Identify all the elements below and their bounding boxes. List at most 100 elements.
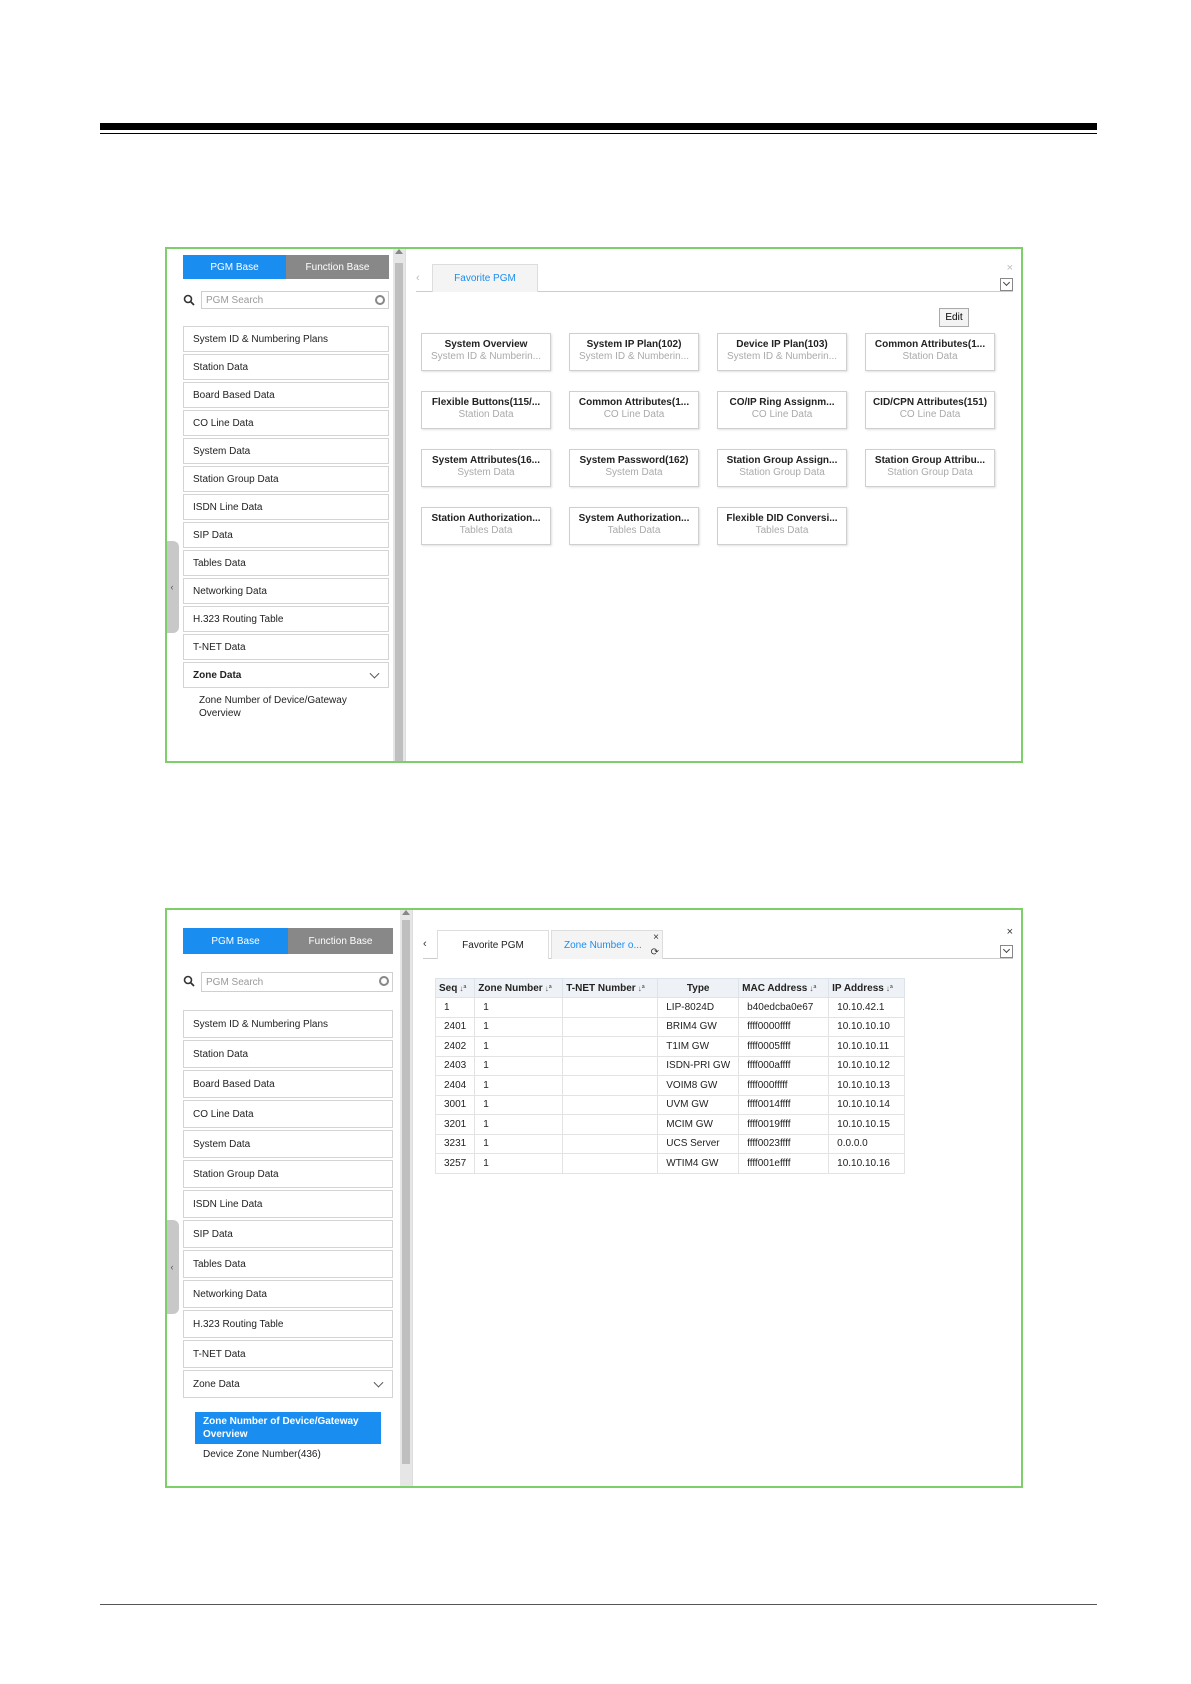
menu-item-co-line-data[interactable]: CO Line Data: [183, 410, 389, 436]
menu-item-station-group-data[interactable]: Station Group Data: [183, 1160, 393, 1188]
pgm-search-input[interactable]: [201, 291, 389, 309]
fav-card[interactable]: Station Group Attribu... Station Group Da…: [865, 449, 995, 487]
cell-seq: 2403: [434, 1055, 476, 1076]
tab-function-base[interactable]: Function Base: [286, 255, 389, 279]
scroll-thumb[interactable]: [402, 920, 410, 1464]
menu-item-system-id[interactable]: System ID & Numbering Plans: [183, 326, 389, 352]
fav-card[interactable]: Flexible Buttons(115/... Station Data: [421, 391, 551, 429]
col-zone-number[interactable]: Zone Number ↓ª: [474, 978, 564, 998]
close-all-icon[interactable]: ×: [1007, 926, 1013, 938]
cell-ip: 10.10.42.1: [828, 997, 906, 1018]
clear-search-icon[interactable]: [379, 976, 389, 986]
sort-icon[interactable]: ↓ª: [638, 984, 645, 993]
menu-item-networking-data[interactable]: Networking Data: [183, 1280, 393, 1308]
menu-item-zone-data[interactable]: Zone Data: [183, 662, 389, 688]
tab-pgm-base[interactable]: PGM Base: [183, 928, 288, 954]
menu-item-system-data[interactable]: System Data: [183, 1130, 393, 1158]
col-mac-address[interactable]: MAC Address ↓ª: [738, 978, 830, 998]
cell-type: BRIM4 GW: [657, 1016, 740, 1037]
menu-item-board-based-data[interactable]: Board Based Data: [183, 382, 389, 408]
table-row[interactable]: 2402 1 T1IM GW ffff0005ffff 10.10.10.11: [434, 1036, 906, 1057]
tab-prev-icon[interactable]: ‹: [416, 272, 420, 284]
close-icon[interactable]: ×: [1007, 262, 1013, 274]
fav-card[interactable]: Common Attributes(1... CO Line Data: [569, 391, 699, 429]
clear-search-icon[interactable]: [375, 295, 385, 305]
table-row[interactable]: 3201 1 MCIM GW ffff0019ffff 10.10.10.15: [434, 1114, 906, 1135]
scroll-thumb[interactable]: [395, 263, 403, 761]
col-type[interactable]: Type: [657, 978, 740, 998]
menu-item-station-group-data[interactable]: Station Group Data: [183, 466, 389, 492]
fav-card-subtitle: Tables Data: [459, 525, 513, 536]
tab-dropdown-icon[interactable]: [1000, 945, 1013, 958]
menu-item-station-data[interactable]: Station Data: [183, 354, 389, 380]
fav-card[interactable]: System Overview System ID & Numberin...: [421, 333, 551, 371]
menu-item-co-line-data[interactable]: CO Line Data: [183, 1100, 393, 1128]
fav-card[interactable]: System IP Plan(102) System ID & Numberin.…: [569, 333, 699, 371]
menu-item-station-data[interactable]: Station Data: [183, 1040, 393, 1068]
fav-card[interactable]: Station Authorization... Tables Data: [421, 507, 551, 545]
table-row[interactable]: 1 1 LIP-8024D b40edcba0e67 10.10.42.1: [434, 997, 906, 1018]
collapse-panel-handle[interactable]: ‹: [167, 541, 179, 633]
table-row[interactable]: 2401 1 BRIM4 GW ffff0000ffff 10.10.10.10: [434, 1016, 906, 1037]
edit-button[interactable]: Edit: [939, 308, 969, 327]
menu-item-isdn-line-data[interactable]: ISDN Line Data: [183, 1190, 393, 1218]
menu-item-isdn-line-data[interactable]: ISDN Line Data: [183, 494, 389, 520]
menu-item-h323-routing[interactable]: H.323 Routing Table: [183, 1310, 393, 1338]
chevron-left-icon: ‹: [170, 1262, 174, 1272]
menu-item-tnet-data[interactable]: T-NET Data: [183, 1340, 393, 1368]
sort-icon[interactable]: ↓ª: [809, 984, 816, 993]
cell-tnet: [562, 1016, 659, 1037]
left-scrollbar[interactable]: [400, 910, 412, 1486]
scroll-up-icon[interactable]: [395, 249, 403, 254]
tab-prev-icon[interactable]: ‹: [423, 938, 427, 950]
col-seq[interactable]: Seq ↓ª: [434, 978, 476, 998]
menu-item-sip-data[interactable]: SIP Data: [183, 1220, 393, 1248]
tab-favorite-pgm[interactable]: Favorite PGM: [432, 264, 538, 292]
menu-item-system-id[interactable]: System ID & Numbering Plans: [183, 1010, 393, 1038]
submenu-device-zone-number[interactable]: Device Zone Number(436): [183, 1448, 395, 1461]
menu-item-tables-data[interactable]: Tables Data: [183, 1250, 393, 1278]
menu-item-tables-data[interactable]: Tables Data: [183, 550, 389, 576]
menu-item-system-data[interactable]: System Data: [183, 438, 389, 464]
tab-dropdown-icon[interactable]: [1000, 278, 1013, 291]
menu-item-tnet-data[interactable]: T-NET Data: [183, 634, 389, 660]
sort-icon[interactable]: ↓ª: [545, 984, 552, 993]
tab-favorite-pgm[interactable]: Favorite PGM: [437, 930, 549, 959]
fav-card[interactable]: CO/IP Ring Assignm... CO Line Data: [717, 391, 847, 429]
cell-mac: ffff001effff: [738, 1153, 830, 1174]
scroll-up-icon[interactable]: [402, 910, 410, 915]
fav-card[interactable]: Device IP Plan(103) System ID & Numberin.…: [717, 333, 847, 371]
refresh-icon[interactable]: ⟳: [651, 947, 659, 958]
sort-icon[interactable]: ↓ª: [886, 984, 893, 993]
pgm-search-input[interactable]: [201, 972, 393, 992]
fav-card[interactable]: CID/CPN Attributes(151) CO Line Data: [865, 391, 995, 429]
table-row[interactable]: 2404 1 VOIM8 GW ffff000fffff 10.10.10.13: [434, 1075, 906, 1096]
sort-icon[interactable]: ↓ª: [459, 984, 466, 993]
left-scrollbar[interactable]: [393, 249, 405, 761]
table-row[interactable]: 2403 1 ISDN-PRI GW ffff000affff 10.10.10.12: [434, 1055, 906, 1076]
fav-card-title: Flexible DID Conversi...: [726, 513, 838, 524]
tab-zone-number[interactable]: Zone Number o... × ⟳: [551, 930, 663, 959]
menu-item-networking-data[interactable]: Networking Data: [183, 578, 389, 604]
table-row[interactable]: 3257 1 WTIM4 GW ffff001effff 10.10.10.16: [434, 1153, 906, 1174]
menu-item-board-based-data[interactable]: Board Based Data: [183, 1070, 393, 1098]
collapse-panel-handle[interactable]: ‹: [167, 1220, 179, 1314]
fav-card[interactable]: System Password(162) System Data: [569, 449, 699, 487]
fav-card[interactable]: Common Attributes(1... Station Data: [865, 333, 995, 371]
tab-pgm-base[interactable]: PGM Base: [183, 255, 286, 279]
tab-function-base[interactable]: Function Base: [288, 928, 393, 954]
table-row[interactable]: 3001 1 UVM GW ffff0014ffff 10.10.10.14: [434, 1094, 906, 1115]
submenu-zone-overview[interactable]: Zone Number of Device/Gateway Overview: [183, 694, 363, 720]
col-ip-address[interactable]: IP Address ↓ª: [828, 978, 906, 998]
fav-card[interactable]: Station Group Assign... Station Group Dat…: [717, 449, 847, 487]
menu-item-h323-routing[interactable]: H.323 Routing Table: [183, 606, 389, 632]
col-tnet-number[interactable]: T-NET Number ↓ª: [562, 978, 659, 998]
fav-card[interactable]: System Authorization... Tables Data: [569, 507, 699, 545]
table-row[interactable]: 3231 1 UCS Server ffff0023ffff 0.0.0.0: [434, 1133, 906, 1154]
fav-card[interactable]: Flexible DID Conversi... Tables Data: [717, 507, 847, 545]
menu-item-zone-data[interactable]: Zone Data: [183, 1370, 393, 1398]
menu-item-sip-data[interactable]: SIP Data: [183, 522, 389, 548]
close-icon[interactable]: ×: [653, 932, 659, 943]
fav-card[interactable]: System Attributes(16... System Data: [421, 449, 551, 487]
submenu-zone-overview-active[interactable]: Zone Number of Device/Gateway Overview: [195, 1412, 381, 1444]
